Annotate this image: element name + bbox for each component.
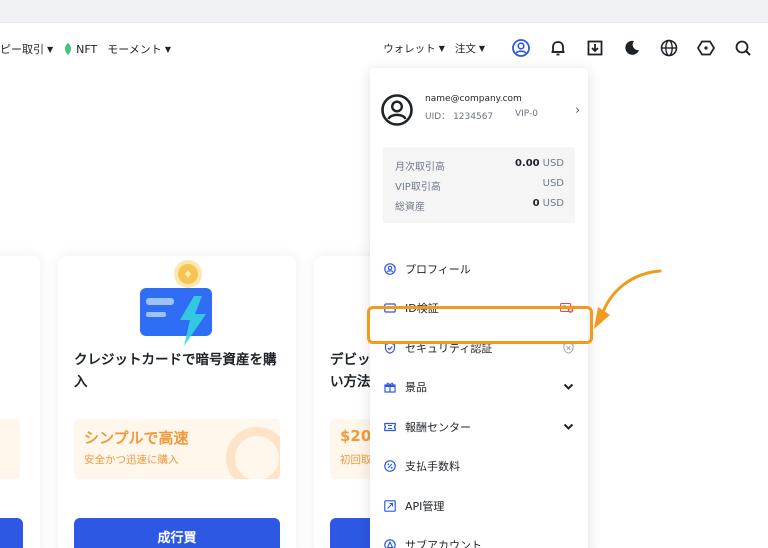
menu-label: サブアカウント [405, 539, 482, 548]
caret-down-icon: ▼ [47, 44, 54, 54]
nav-moments-label: モーメント [107, 43, 162, 56]
nav-moments[interactable]: モーメント ▼ [107, 41, 171, 57]
card-partial-left [0, 256, 40, 548]
promo-box: シンプルで高速 安全かつ迅速に購入 [74, 419, 280, 479]
menu-label: プロフィール [405, 263, 471, 276]
promo-title-partial: $20 [340, 427, 372, 445]
menu-label: 支払手数料 [405, 460, 460, 473]
promo-title: シンプルで高速 [84, 429, 189, 447]
chevron-down-icon [563, 423, 574, 431]
menu-item-api[interactable]: API管理 [370, 490, 588, 522]
stat-value: USD [542, 178, 564, 189]
gift-icon [384, 382, 396, 393]
globe-icon[interactable] [658, 37, 680, 59]
nav-orders[interactable]: 注文 ▼ [455, 41, 485, 56]
top-nav-right: ウォレット ▼ 注文 ▼ [383, 35, 754, 61]
chevron-down-icon [563, 383, 574, 391]
stat-label: 総資産 [395, 202, 425, 213]
menu-item-reward-center[interactable]: 報酬センター [370, 411, 588, 443]
stat-value: 0 USD [532, 198, 564, 209]
vip-level: VIP-0 [515, 109, 539, 119]
nav-copy-trade[interactable]: ピー取引 ▼ [0, 41, 53, 57]
menu-label: 景品 [405, 381, 427, 394]
ticket-icon [384, 422, 396, 432]
leaf-icon [65, 43, 72, 55]
promo-ring-decoration [226, 427, 280, 479]
card-credit-card: クレジットカードで暗号資産を購入 シンプルで高速 安全かつ迅速に購入 成行買 [58, 256, 296, 548]
account-uid: UID： 1234567 [425, 109, 493, 122]
uid-label: UID： [425, 112, 451, 122]
security-highlight-box [367, 306, 593, 344]
user-icon[interactable] [510, 37, 532, 59]
arrow-annotation-icon [594, 269, 662, 329]
stat-row: 総資産 0 USD [383, 195, 575, 215]
profile-icon [384, 263, 396, 275]
stat-value: 0.00 USD [514, 158, 564, 169]
caret-down-icon: ▼ [438, 43, 445, 53]
stat-label: 月次取引高 [395, 162, 445, 173]
menu-item-sub-account[interactable]: サブアカウント [370, 529, 588, 548]
browser-top-bar [0, 0, 768, 23]
app-window: ピー取引 ▼ NFT モーメント ▼ ウォレット ▼ 注文 ▼ クレジットカード… [0, 0, 768, 548]
nav-wallet-label: ウォレット [383, 42, 436, 55]
api-icon [384, 500, 396, 512]
avatar-icon [381, 94, 413, 126]
bell-icon[interactable] [547, 37, 569, 59]
promo-subtitle: 安全かつ迅速に購入 [84, 454, 179, 466]
market-buy-button[interactable]: 成行買 [74, 518, 280, 548]
menu-item-rewards[interactable]: 景品 [370, 371, 588, 403]
fee-icon [384, 460, 396, 472]
nav-nft[interactable]: NFT [63, 43, 97, 56]
credit-card-illustration [140, 260, 212, 346]
menu-item-profile[interactable]: プロフィール [370, 253, 588, 285]
top-nav-left: ピー取引 ▼ NFT モーメント ▼ [0, 41, 171, 57]
nav-orders-label: 注文 [454, 42, 476, 55]
account-stats: 月次取引高 0.00 USD VIP取引高 USD 総資産 0 USD [383, 147, 575, 223]
caret-down-icon: ▼ [478, 43, 485, 53]
menu-label: 報酬センター [405, 421, 471, 434]
moon-icon[interactable] [621, 37, 643, 59]
buy-button-partial-left[interactable] [0, 518, 23, 548]
download-icon[interactable] [584, 37, 606, 59]
search-icon[interactable] [732, 37, 754, 59]
promo-subtitle-partial: 初回取 [340, 454, 372, 466]
promo-box-partial [0, 419, 20, 479]
uid-value: 1234567 [453, 112, 494, 122]
nav-wallet[interactable]: ウォレット ▼ [383, 41, 445, 56]
sub-account-icon [384, 539, 396, 548]
account-email: name@company.com [425, 94, 522, 104]
stat-row: 月次取引高 0.00 USD [383, 155, 575, 175]
chevron-right-icon: › [575, 103, 580, 117]
menu-label: API管理 [405, 500, 445, 513]
page: ピー取引 ▼ NFT モーメント ▼ ウォレット ▼ 注文 ▼ クレジットカード… [0, 23, 768, 548]
stat-row: VIP取引高 USD [383, 175, 575, 195]
nav-nft-label: NFT [76, 42, 98, 56]
stat-label: VIP取引高 [395, 182, 441, 193]
account-summary[interactable]: name@company.com UID： 1234567 VIP-0 › [370, 68, 588, 138]
nav-copy-trade-label: ピー取引 [0, 43, 44, 56]
card-title: クレジットカードで暗号資産を購入 [74, 352, 277, 390]
menu-item-fees[interactable]: 支払手数料 [370, 450, 588, 482]
caret-down-icon: ▼ [164, 44, 171, 54]
hexagon-icon[interactable] [695, 37, 717, 59]
